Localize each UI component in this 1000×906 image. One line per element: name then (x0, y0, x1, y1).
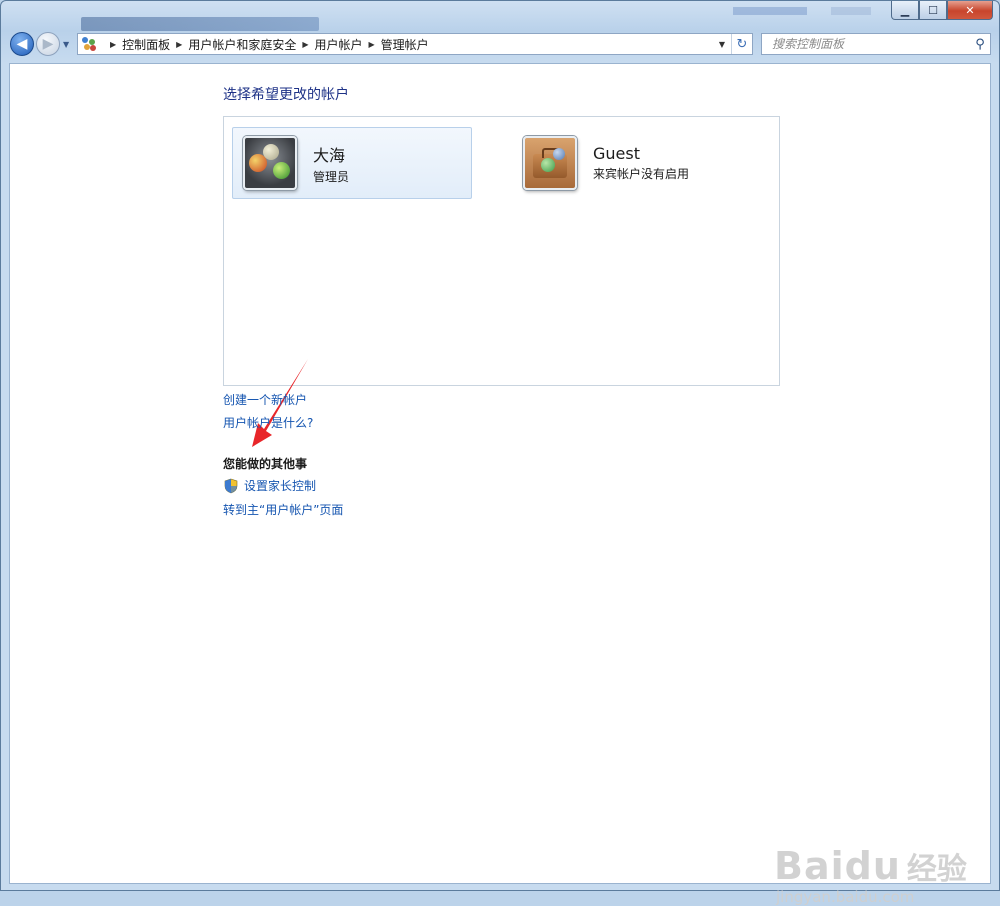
account-name: Guest (593, 144, 640, 163)
back-arrow-icon: ◀ (16, 36, 28, 52)
control-panel-window: ▁ ☐ ✕ ◀ ▶ ▼ ▶ 控制面板 ▶ 用户帐户和家庭安全 ▶ 用户帐户 ▶ … (0, 0, 1000, 906)
forward-arrow-icon: ▶ (42, 36, 54, 52)
breadcrumb-item[interactable]: 控制面板 (122, 36, 170, 53)
account-role: 管理员 (313, 169, 350, 184)
control-panel-icon (82, 37, 98, 51)
maximize-button[interactable]: ☐ (919, 1, 947, 20)
breadcrumb-separator-icon[interactable]: ▶ (369, 40, 375, 49)
search-icon[interactable]: ⚲ (970, 37, 990, 52)
search-input[interactable] (770, 36, 970, 52)
breadcrumb-separator-icon[interactable]: ▶ (110, 40, 116, 49)
what-is-account-link[interactable]: 用户帐户是什么? (223, 414, 313, 431)
account-tile-admin[interactable]: 大海 管理员 (232, 127, 472, 199)
account-tile-guest[interactable]: Guest 来宾帐户没有启用 (512, 127, 752, 199)
background-title-fragment (831, 7, 871, 15)
watermark-cn: 经验 (906, 852, 967, 887)
forward-button[interactable]: ▶ (36, 32, 60, 56)
recent-pages-dropdown-icon[interactable]: ▼ (63, 40, 69, 49)
close-button[interactable]: ✕ (947, 1, 993, 20)
address-bar[interactable]: ▶ 控制面板 ▶ 用户帐户和家庭安全 ▶ 用户帐户 ▶ 管理帐户 ▼ ↻ (77, 33, 753, 55)
baidu-watermark: Baidu 经验 jingyan.baidu.com (774, 844, 967, 906)
account-role: 来宾帐户没有启用 (593, 167, 690, 181)
parental-control-link[interactable]: 设置家长控制 (223, 477, 316, 494)
admin-avatar-icon (243, 136, 297, 190)
navigation-buttons: ◀ ▶ ▼ (10, 32, 69, 56)
breadcrumb-item[interactable]: 管理帐户 (381, 36, 429, 53)
address-dropdown-icon[interactable]: ▼ (719, 40, 725, 49)
page-title: 选择希望更改的帐户 (223, 87, 349, 103)
watermark-text: Bai (774, 844, 845, 888)
back-button[interactable]: ◀ (10, 32, 34, 56)
background-title-fragment (733, 7, 807, 15)
account-name: 大海 (313, 145, 346, 165)
go-to-user-accounts-link[interactable]: 转到主“用户帐户”页面 (223, 501, 343, 518)
background-title-fragment (81, 17, 319, 31)
main-content: 选择希望更改的帐户 大海 管理员 Guest 来宾帐户没有启用 创建一个新帐户 … (9, 63, 991, 906)
breadcrumb-item[interactable]: 用户帐户 (315, 36, 363, 53)
refresh-icon[interactable]: ↻ (731, 34, 752, 54)
breadcrumb-separator-icon[interactable]: ▶ (302, 40, 308, 49)
breadcrumb-item[interactable]: 用户帐户和家庭安全 (188, 36, 296, 53)
create-account-link[interactable]: 创建一个新帐户 (223, 391, 307, 408)
guest-briefcase-icon (523, 136, 577, 190)
minimize-button[interactable]: ▁ (891, 1, 919, 20)
caption-buttons: ▁ ☐ ✕ (891, 1, 993, 20)
breadcrumb-separator-icon[interactable]: ▶ (176, 40, 182, 49)
parental-control-label[interactable]: 设置家长控制 (244, 477, 316, 494)
watermark-text: du (844, 844, 901, 888)
search-box[interactable]: ⚲ (761, 33, 991, 55)
other-tasks-heading: 您能做的其他事 (223, 457, 308, 471)
account-list: 大海 管理员 Guest 来宾帐户没有启用 (223, 116, 780, 386)
shield-icon (224, 478, 238, 493)
